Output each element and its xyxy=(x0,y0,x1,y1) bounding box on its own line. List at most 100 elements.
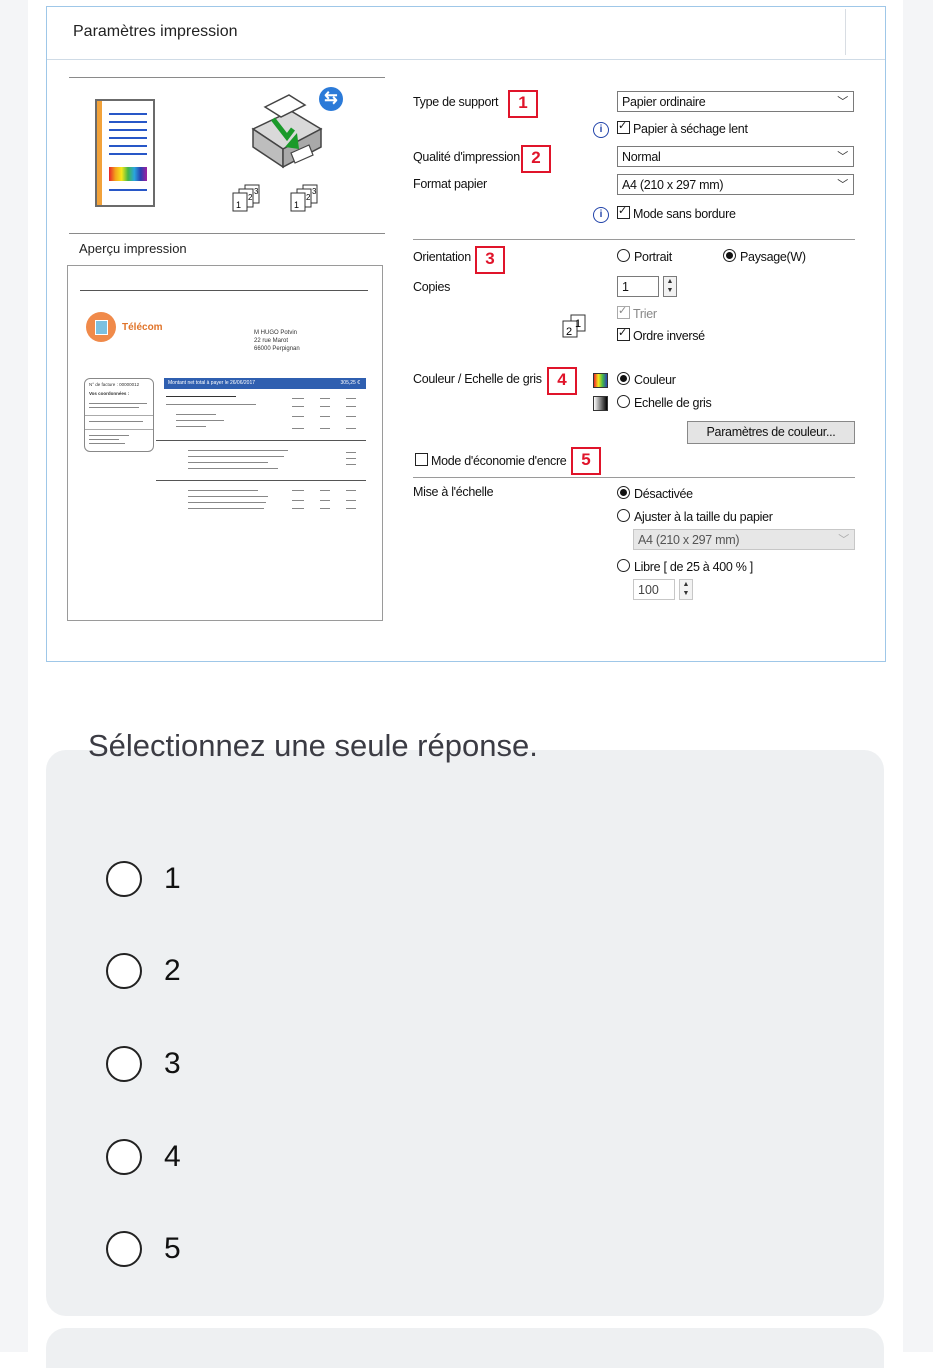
color-mode-icon xyxy=(593,373,608,388)
badge-5: 5 xyxy=(571,447,601,475)
badge-1: 1 xyxy=(508,90,538,118)
copies-spinner[interactable]: ▲ ▼ xyxy=(663,276,677,297)
amount-banner-label: Montant net total à payer le 26/06/2017 xyxy=(168,380,256,386)
color-grayscale-label: Couleur / Echelle de gris xyxy=(413,372,542,386)
info-icon[interactable]: i xyxy=(593,122,609,138)
collate-checkbox[interactable]: Trier xyxy=(617,304,657,321)
radio-icon[interactable] xyxy=(106,1046,142,1082)
title-separator xyxy=(845,9,846,55)
document-preview-icon xyxy=(95,99,155,207)
radio-icon[interactable] xyxy=(106,1231,142,1267)
grayscale-icon xyxy=(593,396,608,411)
answer-option-label: 5 xyxy=(164,1232,181,1265)
answer-option-2[interactable]: 2 xyxy=(106,951,181,991)
ink-saving-checkbox[interactable]: Mode d'économie d'encre xyxy=(415,453,567,468)
paper-format-value: A4 (210 x 297 mm) xyxy=(622,178,724,192)
page-margin-left xyxy=(0,0,28,1352)
paper-format-label: Format papier xyxy=(413,177,487,191)
type-support-value: Papier ordinaire xyxy=(622,95,706,109)
answer-card: 1 2 3 4 5 xyxy=(46,750,884,1316)
collate-stack-icon-2: 1 2 3 xyxy=(290,184,318,212)
fit-paper-select[interactable]: A4 (210 x 297 mm) ﹀ xyxy=(633,529,855,550)
checkbox-checked-icon xyxy=(617,119,630,134)
radio-selected-icon xyxy=(617,486,630,499)
left-info-box: N° de facture : 00000012 Vos coordonnées… xyxy=(84,378,154,452)
quality-label: Qualité d'impression xyxy=(413,150,520,164)
radio-icon[interactable] xyxy=(106,861,142,897)
chevron-down-icon: ﹀ xyxy=(837,151,848,163)
left-mid-divider xyxy=(69,233,385,234)
orientation-portrait-radio[interactable]: Portrait xyxy=(617,249,672,264)
print-preview-frame: Télécom M HUGO Potvin 22 rue Marot 66000… xyxy=(67,265,383,621)
svg-text:1: 1 xyxy=(575,318,581,330)
copies-label: Copies xyxy=(413,280,451,294)
dialog-title: Paramètres impression xyxy=(73,23,238,40)
landscape-label: Paysage(W) xyxy=(740,250,806,264)
print-settings-screenshot: Paramètres impression ⇆ 1 2 3 1 2 3 Aper… xyxy=(46,6,886,662)
fit-to-paper-label: Ajuster à la taille du papier xyxy=(634,510,773,524)
svg-text:2: 2 xyxy=(306,193,311,202)
recipient-line-3: 66000 Perpignan xyxy=(254,346,300,352)
amount-value: 305,25 € xyxy=(340,380,360,386)
color-label: Couleur xyxy=(634,373,676,387)
badge-4: 4 xyxy=(547,367,577,395)
borderless-checkbox[interactable]: Mode sans bordure xyxy=(617,204,736,221)
collate-label: Trier xyxy=(633,307,657,321)
checkbox-disabled-icon xyxy=(617,304,630,319)
title-underline xyxy=(47,59,885,60)
color-radio[interactable]: Couleur xyxy=(617,372,676,387)
paper-format-select[interactable]: A4 (210 x 297 mm) ﹀ xyxy=(617,174,854,195)
refresh-icon: ⇆ xyxy=(319,87,343,111)
free-scale-radio[interactable]: Libre [ de 25 à 400 % ] xyxy=(617,559,753,574)
answer-option-label: 3 xyxy=(164,1047,181,1080)
radio-icon[interactable] xyxy=(106,1139,142,1175)
slow-dry-checkbox[interactable]: Papier à séchage lent xyxy=(617,119,748,136)
answer-option-4[interactable]: 4 xyxy=(106,1137,181,1177)
left-top-divider xyxy=(69,77,385,78)
fit-to-paper-radio[interactable]: Ajuster à la taille du papier xyxy=(617,509,773,524)
copies-input[interactable]: 1 xyxy=(617,276,659,297)
radio-icon xyxy=(617,249,630,262)
chevron-down-icon: ﹀ xyxy=(837,96,848,108)
recipient-line-2: 22 rue Marot xyxy=(254,338,289,344)
radio-selected-icon xyxy=(723,249,736,262)
chevron-down-icon: ﹀ xyxy=(837,179,848,191)
company-logo xyxy=(86,312,116,342)
radio-selected-icon xyxy=(617,372,630,385)
radio-icon[interactable] xyxy=(106,953,142,989)
scaling-off-radio[interactable]: Désactivée xyxy=(617,486,693,501)
free-scale-spinner[interactable]: ▲ ▼ xyxy=(679,579,693,600)
invoice-number: N° de facture : 00000012 xyxy=(89,382,140,387)
slow-dry-label: Papier à séchage lent xyxy=(633,122,748,136)
orientation-landscape-radio[interactable]: Paysage(W) xyxy=(723,249,806,264)
radio-icon xyxy=(617,509,630,522)
grayscale-radio[interactable]: Echelle de gris xyxy=(617,395,712,410)
type-support-select[interactable]: Papier ordinaire ﹀ xyxy=(617,91,854,112)
next-card xyxy=(46,1328,884,1368)
svg-text:1: 1 xyxy=(236,200,241,210)
reverse-order-checkbox[interactable]: Ordre inversé xyxy=(617,326,705,343)
fit-paper-value: A4 (210 x 297 mm) xyxy=(638,533,740,547)
svg-text:2: 2 xyxy=(248,193,253,202)
answer-option-3[interactable]: 3 xyxy=(106,1044,181,1084)
coordinates-heading: Vos coordonnées : xyxy=(89,391,130,396)
color-settings-button[interactable]: Paramètres de couleur... xyxy=(687,421,855,444)
ink-saving-label: Mode d'économie d'encre xyxy=(431,454,567,468)
answer-option-label: 4 xyxy=(164,1140,181,1173)
recipient-line-1: M HUGO Potvin xyxy=(254,330,298,336)
free-scale-input[interactable]: 100 xyxy=(633,579,675,600)
info-icon-2[interactable]: i xyxy=(593,207,609,223)
quality-select[interactable]: Normal ﹀ xyxy=(617,146,854,167)
question-prompt: Sélectionnez une seule réponse. xyxy=(88,728,538,763)
type-support-label: Type de support xyxy=(413,95,499,109)
answer-option-1[interactable]: 1 xyxy=(106,859,181,899)
answer-option-5[interactable]: 5 xyxy=(106,1229,181,1269)
grayscale-label: Echelle de gris xyxy=(634,396,712,410)
svg-text:3: 3 xyxy=(312,187,317,196)
portrait-label: Portrait xyxy=(634,250,672,264)
copies-order-icon: 2 1 xyxy=(562,314,586,338)
answer-option-label: 1 xyxy=(164,862,181,895)
right-divider-2 xyxy=(413,477,855,478)
quality-value: Normal xyxy=(622,150,661,164)
company-name: Télécom xyxy=(122,322,163,333)
